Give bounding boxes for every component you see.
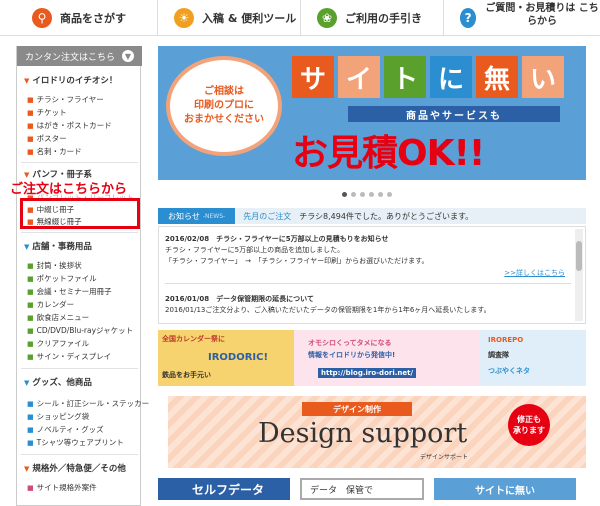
nav-tools[interactable]: ☀ 入稿 & 便利ツール	[158, 0, 301, 36]
sidebar-item[interactable]: ■ カレンダー	[27, 299, 74, 310]
nav-label: ご利用の手引き	[345, 12, 422, 25]
carousel-dots	[342, 192, 392, 197]
revision-badge: 修正も 承ります	[508, 404, 550, 446]
not-on-site-banner[interactable]: サイトに無い	[434, 478, 576, 500]
nav-contact[interactable]: ? ご質問・お見積りは こちらから	[444, 0, 600, 36]
nav-label: ご質問・お見積りは こちらから	[485, 3, 599, 27]
nav-label: 商品をさがす	[60, 12, 126, 25]
sidebar-header-label: カンタン注文はこちら	[25, 52, 116, 63]
lightbulb-icon: ☀	[174, 8, 194, 28]
carousel-dot[interactable]	[342, 192, 347, 197]
data-storage-banner[interactable]: データ 保管で	[300, 478, 424, 500]
banner-tile: に	[430, 56, 472, 98]
chevron-down-icon: ▼	[122, 50, 134, 62]
news-title: 2016/01/08 データ保管期限の延長について	[165, 295, 314, 303]
design-support-banner[interactable]: デザイン制作 Design support デザインサポート 修正も 承ります	[168, 396, 586, 468]
banner-subtitle: 商品やサービスも	[348, 106, 560, 122]
section-title-other: ▼ 規格外／特急便／その他	[24, 464, 126, 474]
sidebar-header[interactable]: カンタン注文はこちら ▼	[17, 46, 142, 66]
speech-bubble: ご相談は 印刷のプロに おまかせください	[166, 56, 282, 156]
promo-blog[interactable]: オモシロくってタメになる 情報をイロドリから発信中! http://blog.i…	[294, 330, 480, 386]
section-title-featured: ▼ イロドリのイチオシ！	[24, 76, 118, 86]
carousel-dot[interactable]	[360, 192, 365, 197]
section-title-store: ▼ 店舗・事務用品	[24, 242, 92, 252]
sidebar-item[interactable]: ■ 会議・セミナー用冊子	[27, 286, 112, 297]
news-message: チラシ8,494件でした。ありがとうございます。	[299, 211, 474, 221]
divider	[21, 454, 138, 455]
sidebar-item[interactable]: ■ Tシャツ等ウェアプリント	[27, 437, 124, 448]
sidebar-item[interactable]: ■ チラシ・フライヤー	[27, 94, 104, 105]
sidebar-item[interactable]: ■ CD/DVD/Blu-rayジャケット	[27, 325, 133, 336]
divider	[165, 283, 571, 284]
banner-headline: お見積OK!!	[292, 133, 485, 174]
scroll-thumb[interactable]	[576, 241, 582, 271]
promo-calendar[interactable]: 全国カレンダー祭に IRODORIC! 鉄品をお手元い	[158, 330, 294, 386]
design-ribbon: デザイン制作	[302, 402, 412, 416]
sidebar-item[interactable]: ■ ポスター	[27, 133, 67, 144]
carousel-dot[interactable]	[378, 192, 383, 197]
search-icon: ⚲	[32, 8, 52, 28]
nav-label: 入稿 & 便利ツール	[202, 12, 297, 25]
banner-tile: 無	[476, 56, 518, 98]
news-title: 2016/02/08 チラシ・フライヤーに5万部以上の見積もりをお知らせ	[165, 235, 389, 243]
design-subtitle: デザインサポート	[420, 454, 469, 461]
promo-row: 全国カレンダー祭に IRODORIC! 鉄品をお手元い オモシロくってタメになる…	[158, 330, 586, 386]
sidebar-item[interactable]: ■ はがき・ポストカード	[27, 120, 112, 131]
banner-tile: ト	[384, 56, 426, 98]
design-title: Design support	[258, 418, 468, 449]
banner-tiles: サ イ ト に 無 い	[292, 56, 564, 98]
sidebar-item[interactable]: ■ 封筒・挨拶状	[27, 260, 82, 271]
section-title-goods: ▼ グッズ、他商品	[24, 378, 92, 388]
banner-tile: サ	[292, 56, 334, 98]
news-bar: お知らせ -NEWS- 先月のご注文 チラシ8,494件でした。ありがとうございま…	[158, 208, 586, 224]
sidebar-item[interactable]: ■ ノベルティ・グッズ	[27, 424, 104, 435]
hero-banner[interactable]: ご相談は 印刷のプロに おまかせください サ イ ト に 無 い 商品やサービス…	[158, 46, 586, 180]
question-icon: ?	[460, 8, 477, 28]
sidebar-item[interactable]: ■ シール・訂正シール・ステッカー	[27, 398, 149, 409]
sidebar-item[interactable]: ■ 名刺・カード	[27, 146, 82, 157]
news-body: 「チラシ・フライヤー」 → 「チラシ・フライヤー印刷」からお選びいただけます。	[165, 257, 429, 265]
news-more-link[interactable]: >>詳しくはこちら	[504, 268, 565, 278]
sidebar-item[interactable]: ■ ポケットファイル	[27, 273, 97, 284]
nav-search-products[interactable]: ⚲ 商品をさがす	[0, 0, 158, 36]
news-scrollbar[interactable]	[575, 229, 583, 321]
top-nav: ⚲ 商品をさがす ☀ 入稿 & 便利ツール ❀ ご利用の手引き ? ご質問・お見…	[0, 0, 600, 36]
carousel-dot[interactable]	[369, 192, 374, 197]
tab-last-month[interactable]: 先月のご注文	[243, 211, 291, 222]
self-data-banner[interactable]: セルフデータ	[158, 478, 290, 500]
banner-tile: イ	[338, 56, 380, 98]
sidebar-item[interactable]: ■ サイン・ディスプレイ	[27, 351, 111, 362]
nav-guide[interactable]: ❀ ご利用の手引き	[301, 0, 444, 36]
promo-report[interactable]: IROREPO 調査隊 つぶやくネタ	[480, 330, 586, 386]
news-list: 2016/02/08 チラシ・フライヤーに5万部以上の見積もりをお知らせ チラシ…	[158, 226, 586, 324]
sidebar-item[interactable]: ■ 飲食店メニュー	[27, 312, 89, 323]
divider	[21, 232, 138, 233]
sidebar-item[interactable]: ■ クリアファイル	[27, 338, 89, 349]
highlight-box	[20, 198, 140, 229]
carousel-dot[interactable]	[387, 192, 392, 197]
carousel-dot[interactable]	[351, 192, 356, 197]
bottom-banners: セルフデータ データ 保管で サイトに無い	[158, 478, 586, 500]
sidebar: カンタン注文はこちら ▼ ▼ イロドリのイチオシ！ ■ チラシ・フライヤー ■ チケッ…	[16, 46, 149, 506]
sidebar-item[interactable]: ■ ショッピング袋	[27, 411, 89, 422]
divider	[21, 368, 138, 369]
leaf-icon: ❀	[317, 8, 337, 28]
banner-tile: い	[522, 56, 564, 98]
sidebar-item[interactable]: ■ チケット	[27, 107, 67, 118]
order-callout: ご注文はこちらから	[10, 182, 128, 197]
news-body: 2016/01/13ご注文分より、ご入稿いただいたデータの保管期限を1年から1年…	[165, 306, 491, 314]
news-body: チラシ・フライヤーに5万部以上の商品を追加しました。	[165, 246, 345, 254]
divider	[21, 162, 138, 163]
sidebar-item[interactable]: ■ サイト規格外案件	[27, 482, 97, 493]
tab-news[interactable]: お知らせ -NEWS-	[158, 208, 236, 224]
